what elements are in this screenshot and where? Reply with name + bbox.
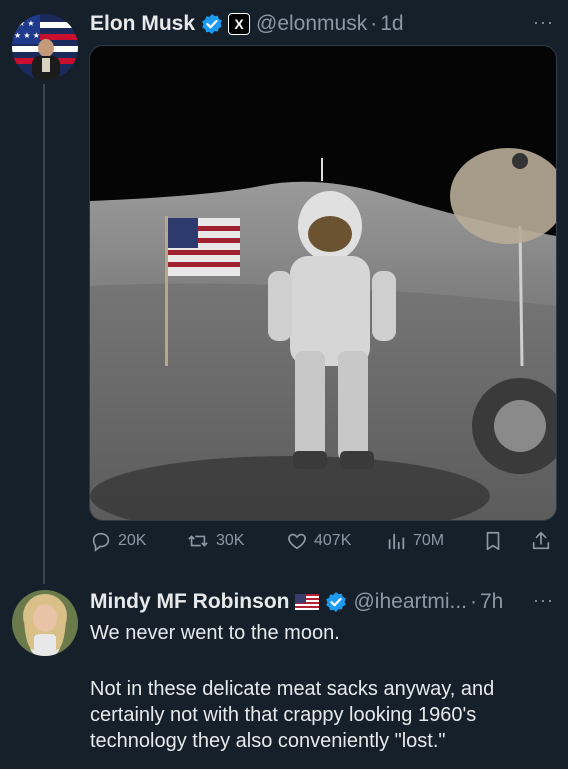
share-button[interactable]: [530, 530, 552, 552]
more-options-icon[interactable]: ···: [533, 12, 554, 33]
time-separator: ·: [370, 12, 378, 35]
reply-header: Mindy MF Robinson @iheartmi... · 7h: [90, 588, 503, 616]
tweet-time[interactable]: 1d: [380, 12, 403, 36]
heart-icon: [288, 533, 306, 550]
us-flag-icon: [295, 594, 320, 610]
author-name[interactable]: Elon Musk: [90, 12, 195, 36]
tweet-image[interactable]: [89, 45, 557, 521]
tweet-header: Elon Musk X @elonmusk · 1d: [90, 10, 404, 38]
verified-badge-icon: [325, 591, 347, 613]
views-button[interactable]: 70M: [385, 530, 444, 552]
reply-button[interactable]: 20K: [90, 530, 146, 552]
bookmark-icon: [486, 531, 500, 551]
bookmark-button[interactable]: [482, 530, 504, 552]
repost-count: 30K: [216, 532, 245, 549]
tweet-action-bar: 20K 30K 407K 70M: [90, 530, 556, 560]
moon-landing-photo: [90, 46, 556, 520]
reply-author-handle[interactable]: @iheartmi...: [353, 590, 467, 614]
repost-icon: [188, 535, 208, 547]
views-count: 70M: [413, 532, 445, 549]
share-icon: [532, 531, 550, 550]
reply-author-avatar[interactable]: [12, 590, 78, 656]
svg-text:★ ★: ★ ★: [18, 19, 35, 28]
author-avatar[interactable]: ★ ★ ★ ★ ★: [12, 14, 78, 80]
more-options-icon[interactable]: ···: [533, 590, 554, 611]
avatar-image: [12, 590, 78, 656]
x-affiliation-badge-icon: X: [228, 13, 251, 35]
author-handle[interactable]: @elonmusk: [256, 12, 367, 36]
reply-time[interactable]: 7h: [480, 590, 503, 614]
like-button[interactable]: 407K: [286, 530, 351, 552]
like-count: 407K: [314, 532, 352, 549]
reply-icon: [92, 532, 110, 552]
reply-count: 20K: [118, 532, 147, 549]
views-chart-icon: [388, 533, 405, 550]
svg-text:★ ★ ★: ★ ★ ★: [14, 31, 40, 40]
reply-author-name[interactable]: Mindy MF Robinson: [90, 590, 289, 614]
thread-connector-line: [43, 84, 45, 584]
reply-text-line1: We never went to the moon.: [90, 622, 340, 644]
time-separator: ·: [470, 590, 477, 613]
verified-badge-icon: [201, 13, 223, 35]
repost-button[interactable]: 30K: [186, 530, 244, 552]
avatar-image: ★ ★ ★ ★ ★: [12, 14, 78, 80]
reply-text-paragraph: Not in these delicate meat sacks anyway,…: [90, 678, 495, 752]
